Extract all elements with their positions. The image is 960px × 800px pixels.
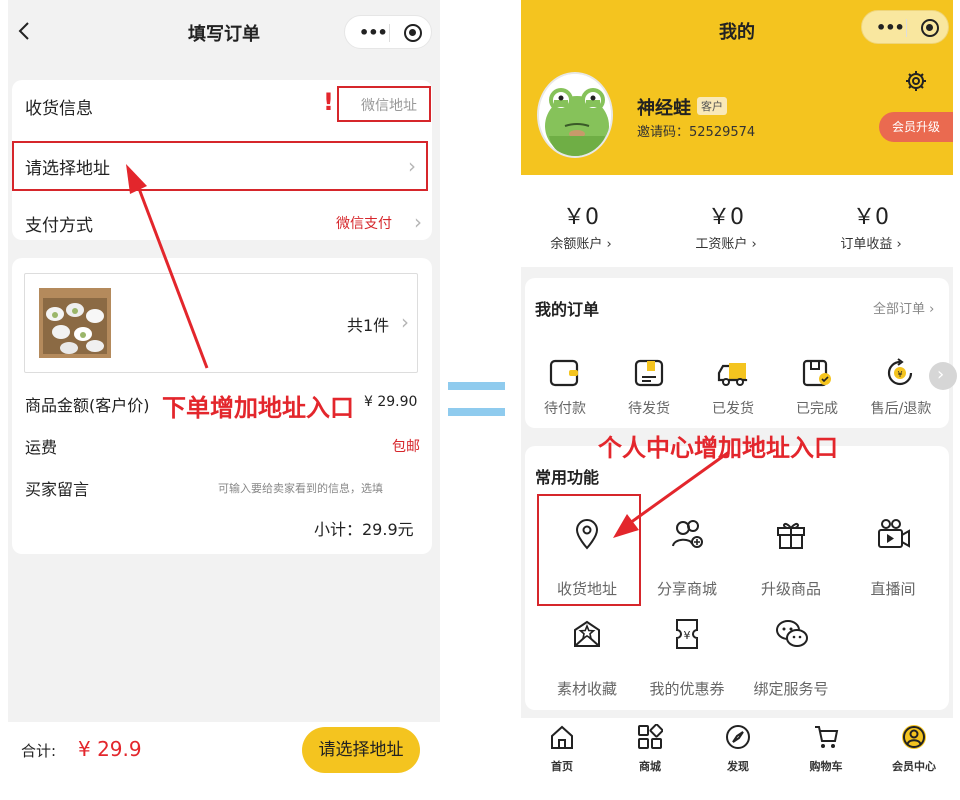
home-icon <box>549 724 575 750</box>
refund-icon: ¥ <box>885 358 917 388</box>
balance-link[interactable]: 余额账户 › <box>521 233 641 252</box>
exclamation-mark: ! <box>323 88 334 116</box>
product-item[interactable]: 共1件 › <box>24 273 418 373</box>
subtotal: 小计：29.9元 <box>314 520 414 539</box>
cart-icon <box>813 724 839 750</box>
profile-page: 我的 ••• 神经蛙 客户 邀请码：52529574 会员升级 ￥0 余额账户 … <box>521 0 957 775</box>
amount-label: 商品金额(客户价) <box>25 396 150 415</box>
total-label: 合计: <box>21 742 57 760</box>
order-income-value: ￥0 <box>853 205 889 230</box>
tab-label: 发现 <box>727 760 749 773</box>
order-item-label: 待发货 <box>628 401 670 417</box>
mini-program-capsule[interactable]: ••• <box>861 10 949 44</box>
account-stats: ￥0 余额账户 › ￥0 工资账户 › ￥0 订单收益 › <box>521 175 953 267</box>
wallet-icon <box>549 358 581 388</box>
share-users-icon <box>671 518 705 550</box>
all-orders-link[interactable]: 全部订单 › <box>873 298 934 317</box>
live-camera-icon <box>877 518 911 550</box>
chevron-right-icon: › <box>937 364 945 385</box>
profile-annotation: 个人中心增加地址入口 <box>598 434 838 462</box>
truck-icon <box>717 358 749 388</box>
functions-title: 常用功能 <box>535 468 600 487</box>
function-label: 素材收藏 <box>556 680 617 698</box>
function-label: 直播间 <box>870 580 916 598</box>
function-label: 绑定服务号 <box>753 680 829 698</box>
user-name: 神经蛙 <box>637 98 691 119</box>
function-label: 我的优惠券 <box>649 680 725 698</box>
close-target-icon[interactable] <box>921 19 939 37</box>
my-orders-card: 我的订单 全部订单 › 待付款 待发货 已发货 已完成 ¥ 售后/退款 › <box>525 278 957 428</box>
payment-label: 支付方式 <box>25 216 93 236</box>
scroll-next-button[interactable]: › <box>929 362 957 390</box>
more-dots-icon[interactable]: ••• <box>876 18 905 37</box>
compass-icon <box>725 724 751 750</box>
order-item-label: 已完成 <box>796 401 838 417</box>
address-card: 收货信息 ! 微信地址 请选择地址 › 支付方式 微信支付 › <box>12 80 432 240</box>
order-income-link[interactable]: 订单收益 › <box>811 233 931 252</box>
common-functions-card: 常用功能 收货地址 分享商城 升级商品 直播间 素材收藏 ¥ 我的优惠券 绑定服… <box>525 446 949 710</box>
equal-sign-top-bar <box>448 382 505 390</box>
more-dots-icon[interactable]: ••• <box>359 23 388 42</box>
profile-header: 我的 ••• 神经蛙 客户 邀请码：52529574 会员升级 <box>521 0 953 175</box>
settings-gear-icon[interactable] <box>905 70 927 92</box>
order-annotation: 下单增加地址入口 <box>162 394 354 422</box>
nav-bar: 填写订单 ••• <box>8 0 440 62</box>
equal-sign-bottom-bar <box>448 408 505 416</box>
order-page: 填写订单 ••• 收货信息 ! 微信地址 请选择地址 › 支付方式 微信支付 › <box>8 0 440 778</box>
salary-link[interactable]: 工资账户 › <box>666 233 786 252</box>
order-item-label: 售后/退款 <box>870 401 932 417</box>
tab-label: 会员中心 <box>892 760 936 773</box>
function-label: 升级商品 <box>760 580 821 598</box>
shipping-value: 包邮 <box>392 439 420 455</box>
chevron-right-icon: › <box>401 310 409 334</box>
amount-value: ¥ 29.90 <box>364 394 418 410</box>
product-thumbnail <box>39 288 111 358</box>
tab-bar: 首页 商城 发现 购物车 会员中心 <box>521 718 953 775</box>
svg-text:¥: ¥ <box>684 629 691 642</box>
shipping-label: 运费 <box>25 438 58 457</box>
balance-value: ￥0 <box>563 205 599 230</box>
svg-text:¥: ¥ <box>897 370 902 379</box>
close-target-icon[interactable] <box>404 24 422 42</box>
gift-icon <box>775 518 807 550</box>
function-label: 分享商城 <box>656 580 717 598</box>
payment-value[interactable]: 微信支付 <box>336 213 392 233</box>
wechat-icon <box>775 618 809 650</box>
product-count: 共1件 <box>347 316 390 335</box>
salary-value: ￥0 <box>708 205 744 230</box>
total-value: ¥ 29.9 <box>78 737 142 761</box>
message-label: 买家留言 <box>25 480 90 499</box>
completed-box-icon <box>801 358 833 388</box>
coupon-icon: ¥ <box>673 618 701 650</box>
member-upgrade-button[interactable]: 会员升级 <box>879 112 953 142</box>
tab-label: 首页 <box>551 760 573 773</box>
order-item-label: 待付款 <box>544 401 586 417</box>
user-circle-icon <box>901 724 927 750</box>
order-item-label: 已发货 <box>712 401 754 417</box>
chevron-right-icon: › <box>414 210 422 234</box>
select-address-row[interactable]: 请选择地址 <box>25 154 110 179</box>
invite-code: 邀请码：52529574 <box>637 125 756 140</box>
package-icon <box>633 358 665 388</box>
shipping-address-highlight <box>537 494 641 606</box>
chevron-right-icon: › <box>408 154 416 178</box>
message-input[interactable]: 可输入要给卖家看到的信息，选填 <box>218 480 383 496</box>
role-badge: 客户 <box>697 97 727 115</box>
wechat-address-link[interactable]: 微信地址 <box>361 95 417 115</box>
orders-title: 我的订单 <box>535 300 600 319</box>
tab-label: 商城 <box>639 760 661 773</box>
grid-icon <box>637 724 663 750</box>
avatar[interactable] <box>537 72 613 158</box>
star-mail-icon <box>571 618 603 650</box>
tab-label: 购物车 <box>809 760 843 773</box>
checkout-bar: 合计: ¥ 29.9 请选择地址 <box>8 722 440 778</box>
receiver-info-label: 收货信息 <box>25 99 93 119</box>
mini-program-capsule[interactable]: ••• <box>344 15 432 49</box>
submit-order-button[interactable]: 请选择地址 <box>302 727 420 773</box>
